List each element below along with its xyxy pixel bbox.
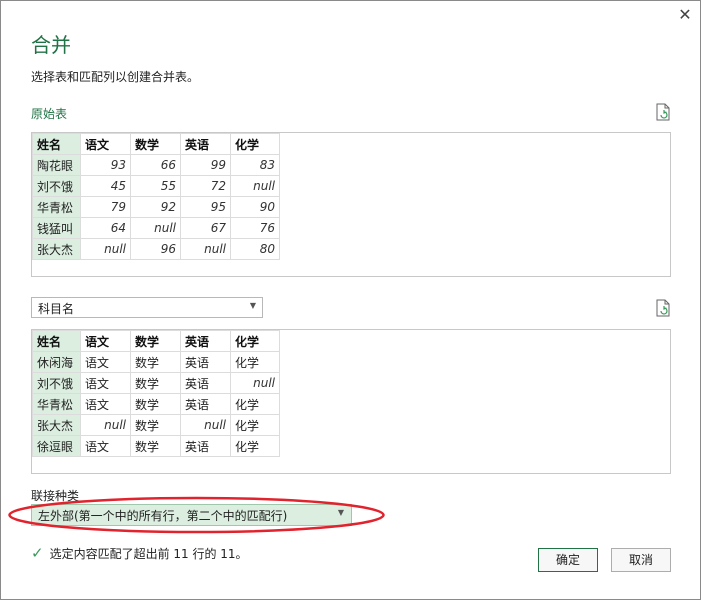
column-header-chemistry[interactable]: 化学 — [230, 133, 280, 155]
second-table-preview: 姓名 语文 数学 英语 化学 休闲海 语文 数学 英语 化学 刘不饿 语文 数学… — [31, 329, 671, 474]
table-cell: 化学 — [230, 435, 280, 457]
column-header-name[interactable]: 姓名 — [32, 133, 81, 155]
column-header-chinese[interactable]: 语文 — [80, 330, 131, 352]
column-header-chemistry[interactable]: 化学 — [230, 330, 280, 352]
dialog-subtitle: 选择表和匹配列以创建合并表。 — [31, 70, 200, 84]
table-cell: 华青松 — [32, 393, 81, 415]
table-cell: 刘不饿 — [32, 372, 81, 394]
table-cell: 80 — [230, 238, 280, 260]
table-row: 徐逗眼 语文 数学 英语 化学 — [32, 435, 280, 457]
table-row: 休闲海 语文 数学 英语 化学 — [32, 351, 280, 373]
table-cell: null — [80, 414, 131, 436]
second-table-select-value: 科目名 — [38, 302, 75, 316]
table-cell: 96 — [130, 238, 181, 260]
table-cell: 64 — [80, 217, 131, 239]
highlight-ellipse — [8, 496, 385, 534]
table-cell: 陶花眼 — [32, 154, 81, 176]
table-cell: 76 — [230, 217, 280, 239]
table-cell: 化学 — [230, 351, 280, 373]
table-cell: null — [180, 414, 231, 436]
table-cell: 休闲海 — [32, 351, 81, 373]
table-header-row: 姓名 语文 数学 英语 化学 — [32, 330, 280, 352]
table-cell: 数学 — [130, 414, 181, 436]
ok-button[interactable]: 确定 — [538, 548, 598, 572]
table-cell: 95 — [180, 196, 231, 218]
table-cell: 72 — [180, 175, 231, 197]
second-table-grid: 姓名 语文 数学 英语 化学 休闲海 语文 数学 英语 化学 刘不饿 语文 数学… — [32, 330, 280, 457]
table-cell: 英语 — [180, 372, 231, 394]
table-cell: 语文 — [80, 372, 131, 394]
column-header-english[interactable]: 英语 — [180, 330, 231, 352]
table-cell: 钱猛叫 — [32, 217, 81, 239]
first-table-grid: 姓名 语文 数学 英语 化学 陶花眼 93 66 99 83 刘不饿 45 55… — [32, 133, 280, 260]
cancel-button[interactable]: 取消 — [611, 548, 671, 572]
table-cell: 张大杰 — [32, 238, 81, 260]
match-status-text: 选定内容匹配了超出前 11 行的 11。 — [49, 547, 248, 561]
column-header-name[interactable]: 姓名 — [32, 330, 81, 352]
table-row: 华青松 语文 数学 英语 化学 — [32, 393, 280, 415]
table-cell: 79 — [80, 196, 131, 218]
table-cell: 化学 — [230, 414, 280, 436]
table-cell: 徐逗眼 — [32, 435, 81, 457]
column-header-math[interactable]: 数学 — [130, 133, 181, 155]
table-cell: 45 — [80, 175, 131, 197]
dialog-title: 合并 — [31, 33, 71, 57]
table-cell: 英语 — [180, 351, 231, 373]
column-header-chinese[interactable]: 语文 — [80, 133, 131, 155]
table-cell: 92 — [130, 196, 181, 218]
table-cell: 66 — [130, 154, 181, 176]
first-table-label: 原始表 — [31, 107, 68, 121]
table-cell: 55 — [130, 175, 181, 197]
match-status: ✓ 选定内容匹配了超出前 11 行的 11。 — [31, 544, 248, 562]
chevron-down-icon: ▼ — [249, 301, 256, 310]
table-row: 张大杰 null 96 null 80 — [32, 238, 280, 260]
refresh-icon[interactable] — [655, 299, 671, 317]
close-icon[interactable]: ✕ — [677, 7, 693, 23]
table-cell: 语文 — [80, 393, 131, 415]
table-cell: null — [80, 238, 131, 260]
table-cell: 华青松 — [32, 196, 81, 218]
table-header-row: 姓名 语文 数学 英语 化学 — [32, 133, 280, 155]
table-cell: 83 — [230, 154, 280, 176]
table-cell: 90 — [230, 196, 280, 218]
table-row: 华青松 79 92 95 90 — [32, 196, 280, 218]
table-cell: 67 — [180, 217, 231, 239]
table-cell: 英语 — [180, 393, 231, 415]
refresh-icon[interactable] — [655, 103, 671, 121]
table-cell: 数学 — [130, 435, 181, 457]
table-cell: null — [180, 238, 231, 260]
table-cell: 张大杰 — [32, 414, 81, 436]
column-header-math[interactable]: 数学 — [130, 330, 181, 352]
table-cell: 99 — [180, 154, 231, 176]
table-row: 张大杰 null 数学 null 化学 — [32, 414, 280, 436]
table-cell: 93 — [80, 154, 131, 176]
table-cell: 语文 — [80, 435, 131, 457]
table-cell: 英语 — [180, 435, 231, 457]
table-cell: null — [230, 175, 280, 197]
table-cell: 语文 — [80, 351, 131, 373]
table-cell: null — [130, 217, 181, 239]
column-header-english[interactable]: 英语 — [180, 133, 231, 155]
first-table-preview: 姓名 语文 数学 英语 化学 陶花眼 93 66 99 83 刘不饿 45 55… — [31, 132, 671, 277]
table-cell: null — [230, 372, 280, 394]
table-row: 陶花眼 93 66 99 83 — [32, 154, 280, 176]
table-cell: 数学 — [130, 393, 181, 415]
table-row: 刘不饿 45 55 72 null — [32, 175, 280, 197]
merge-dialog: ✕ 合并 选择表和匹配列以创建合并表。 原始表 姓名 语文 数学 英语 化学 陶… — [0, 0, 701, 600]
table-cell: 数学 — [130, 372, 181, 394]
table-row: 刘不饿 语文 数学 英语 null — [32, 372, 280, 394]
table-cell: 刘不饿 — [32, 175, 81, 197]
table-cell: 数学 — [130, 351, 181, 373]
checkmark-icon: ✓ — [31, 544, 44, 562]
table-cell: 化学 — [230, 393, 280, 415]
second-table-select[interactable]: 科目名 ▼ — [31, 297, 263, 318]
table-row: 钱猛叫 64 null 67 76 — [32, 217, 280, 239]
